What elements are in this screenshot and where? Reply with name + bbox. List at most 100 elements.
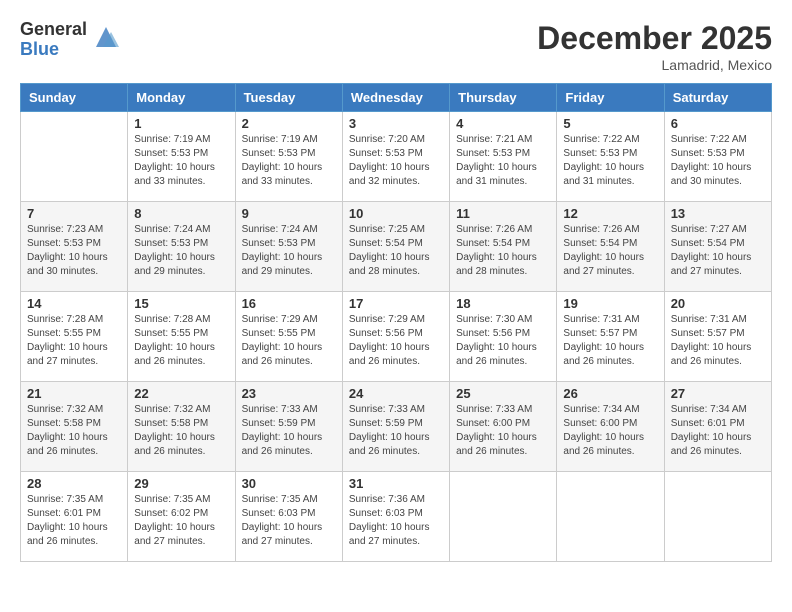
- calendar-cell: 4 Sunrise: 7:21 AM Sunset: 5:53 PM Daylig…: [450, 112, 557, 202]
- day-info: Sunrise: 7:34 AM Sunset: 6:00 PM Dayligh…: [563, 403, 657, 459]
- day-info: Sunrise: 7:23 AM Sunset: 5:53 PM Dayligh…: [27, 223, 121, 279]
- calendar-cell: 11Sunrise: 7:26 AM Sunset: 5:54 PM Dayli…: [450, 202, 557, 292]
- calendar-header-row: SundayMondayTuesdayWednesdayThursdayFrid…: [21, 84, 772, 112]
- calendar-cell: 25Sunrise: 7:33 AM Sunset: 6:00 PM Dayli…: [450, 382, 557, 472]
- day-info: Sunrise: 7:35 AM Sunset: 6:01 PM Dayligh…: [27, 493, 121, 549]
- day-of-week-header: Tuesday: [235, 84, 342, 112]
- day-info: Sunrise: 7:24 AM Sunset: 5:53 PM Dayligh…: [134, 223, 228, 279]
- logo-general-text: General: [20, 20, 87, 40]
- day-info: Sunrise: 7:31 AM Sunset: 5:57 PM Dayligh…: [563, 313, 657, 369]
- location: Lamadrid, Mexico: [537, 57, 772, 73]
- calendar-cell: 29 Sunrise: 7:35 AM Sunset: 6:02 PM Dayli…: [128, 472, 235, 562]
- day-number: 17: [349, 296, 443, 311]
- day-number: 20: [671, 296, 765, 311]
- day-number: 31: [349, 476, 443, 491]
- day-info: Sunrise: 7:19 AM Sunset: 5:53 PM Dayligh…: [134, 133, 228, 189]
- calendar-cell: 31 Sunrise: 7:36 AM Sunset: 6:03 PM Dayli…: [342, 472, 449, 562]
- logo-icon: [91, 22, 121, 57]
- month-title: December 2025: [537, 20, 772, 57]
- calendar-cell: 15 Sunrise: 7:28 AM Sunset: 5:55 PM Dayli…: [128, 292, 235, 382]
- day-number: 6: [671, 116, 765, 131]
- calendar-cell: 30 Sunrise: 7:35 AM Sunset: 6:03 PM Dayli…: [235, 472, 342, 562]
- calendar-cell: 24 Sunrise: 7:33 AM Sunset: 5:59 PM Dayli…: [342, 382, 449, 472]
- calendar-cell: 18Sunrise: 7:30 AM Sunset: 5:56 PM Dayli…: [450, 292, 557, 382]
- day-number: 8: [134, 206, 228, 221]
- title-section: December 2025 Lamadrid, Mexico: [537, 20, 772, 73]
- calendar-cell: [664, 472, 771, 562]
- day-number: 16: [242, 296, 336, 311]
- day-info: Sunrise: 7:27 AM Sunset: 5:54 PM Dayligh…: [671, 223, 765, 279]
- calendar-cell: 28 Sunrise: 7:35 AM Sunset: 6:01 PM Dayli…: [21, 472, 128, 562]
- day-info: Sunrise: 7:33 AM Sunset: 5:59 PM Dayligh…: [242, 403, 336, 459]
- calendar-cell: 6Sunrise: 7:22 AM Sunset: 5:53 PM Daylig…: [664, 112, 771, 202]
- day-info: Sunrise: 7:25 AM Sunset: 5:54 PM Dayligh…: [349, 223, 443, 279]
- calendar-week-row: 21Sunrise: 7:32 AM Sunset: 5:58 PM Dayli…: [21, 382, 772, 472]
- day-number: 9: [242, 206, 336, 221]
- day-number: 15: [134, 296, 228, 311]
- day-info: Sunrise: 7:28 AM Sunset: 5:55 PM Dayligh…: [27, 313, 121, 369]
- calendar-cell: 22 Sunrise: 7:32 AM Sunset: 5:58 PM Dayli…: [128, 382, 235, 472]
- day-number: 25: [456, 386, 550, 401]
- calendar-week-row: 14 Sunrise: 7:28 AM Sunset: 5:55 PM Dayli…: [21, 292, 772, 382]
- day-info: Sunrise: 7:36 AM Sunset: 6:03 PM Dayligh…: [349, 493, 443, 549]
- calendar-cell: 19 Sunrise: 7:31 AM Sunset: 5:57 PM Dayli…: [557, 292, 664, 382]
- day-info: Sunrise: 7:26 AM Sunset: 5:54 PM Dayligh…: [456, 223, 550, 279]
- day-number: 7: [27, 206, 121, 221]
- day-info: Sunrise: 7:35 AM Sunset: 6:02 PM Dayligh…: [134, 493, 228, 549]
- day-of-week-header: Sunday: [21, 84, 128, 112]
- calendar-cell: 9 Sunrise: 7:24 AM Sunset: 5:53 PM Daylig…: [235, 202, 342, 292]
- calendar-cell: 27 Sunrise: 7:34 AM Sunset: 6:01 PM Dayli…: [664, 382, 771, 472]
- calendar-week-row: 28 Sunrise: 7:35 AM Sunset: 6:01 PM Dayli…: [21, 472, 772, 562]
- day-info: Sunrise: 7:32 AM Sunset: 5:58 PM Dayligh…: [27, 403, 121, 459]
- day-info: Sunrise: 7:33 AM Sunset: 5:59 PM Dayligh…: [349, 403, 443, 459]
- day-number: 19: [563, 296, 657, 311]
- calendar-cell: 26 Sunrise: 7:34 AM Sunset: 6:00 PM Dayli…: [557, 382, 664, 472]
- calendar-cell: 10 Sunrise: 7:25 AM Sunset: 5:54 PM Dayli…: [342, 202, 449, 292]
- day-number: 13: [671, 206, 765, 221]
- calendar-cell: 23 Sunrise: 7:33 AM Sunset: 5:59 PM Dayli…: [235, 382, 342, 472]
- day-info: Sunrise: 7:22 AM Sunset: 5:53 PM Dayligh…: [563, 133, 657, 189]
- day-number: 24: [349, 386, 443, 401]
- calendar-week-row: 7 Sunrise: 7:23 AM Sunset: 5:53 PM Daylig…: [21, 202, 772, 292]
- calendar-cell: [450, 472, 557, 562]
- calendar-cell: 16Sunrise: 7:29 AM Sunset: 5:55 PM Dayli…: [235, 292, 342, 382]
- day-of-week-header: Saturday: [664, 84, 771, 112]
- day-number: 12: [563, 206, 657, 221]
- calendar-cell: 17Sunrise: 7:29 AM Sunset: 5:56 PM Dayli…: [342, 292, 449, 382]
- logo-blue-text: Blue: [20, 40, 87, 60]
- day-number: 2: [242, 116, 336, 131]
- calendar-cell: 8 Sunrise: 7:24 AM Sunset: 5:53 PM Daylig…: [128, 202, 235, 292]
- day-number: 29: [134, 476, 228, 491]
- day-number: 30: [242, 476, 336, 491]
- calendar-cell: [557, 472, 664, 562]
- day-info: Sunrise: 7:21 AM Sunset: 5:53 PM Dayligh…: [456, 133, 550, 189]
- day-info: Sunrise: 7:26 AM Sunset: 5:54 PM Dayligh…: [563, 223, 657, 279]
- day-number: 28: [27, 476, 121, 491]
- calendar-cell: 13 Sunrise: 7:27 AM Sunset: 5:54 PM Dayli…: [664, 202, 771, 292]
- day-info: Sunrise: 7:32 AM Sunset: 5:58 PM Dayligh…: [134, 403, 228, 459]
- day-number: 27: [671, 386, 765, 401]
- calendar-cell: 12 Sunrise: 7:26 AM Sunset: 5:54 PM Dayli…: [557, 202, 664, 292]
- day-info: Sunrise: 7:31 AM Sunset: 5:57 PM Dayligh…: [671, 313, 765, 369]
- day-number: 4: [456, 116, 550, 131]
- calendar-table: SundayMondayTuesdayWednesdayThursdayFrid…: [20, 83, 772, 562]
- day-info: Sunrise: 7:24 AM Sunset: 5:53 PM Dayligh…: [242, 223, 336, 279]
- day-info: Sunrise: 7:30 AM Sunset: 5:56 PM Dayligh…: [456, 313, 550, 369]
- day-number: 26: [563, 386, 657, 401]
- day-info: Sunrise: 7:34 AM Sunset: 6:01 PM Dayligh…: [671, 403, 765, 459]
- day-info: Sunrise: 7:35 AM Sunset: 6:03 PM Dayligh…: [242, 493, 336, 549]
- calendar-cell: 7 Sunrise: 7:23 AM Sunset: 5:53 PM Daylig…: [21, 202, 128, 292]
- day-of-week-header: Monday: [128, 84, 235, 112]
- day-info: Sunrise: 7:28 AM Sunset: 5:55 PM Dayligh…: [134, 313, 228, 369]
- calendar-cell: 3Sunrise: 7:20 AM Sunset: 5:53 PM Daylig…: [342, 112, 449, 202]
- calendar-cell: [21, 112, 128, 202]
- day-info: Sunrise: 7:19 AM Sunset: 5:53 PM Dayligh…: [242, 133, 336, 189]
- day-number: 22: [134, 386, 228, 401]
- page-header: General Blue December 2025 Lamadrid, Mex…: [20, 20, 772, 73]
- day-number: 23: [242, 386, 336, 401]
- day-number: 5: [563, 116, 657, 131]
- day-info: Sunrise: 7:20 AM Sunset: 5:53 PM Dayligh…: [349, 133, 443, 189]
- day-number: 14: [27, 296, 121, 311]
- day-number: 10: [349, 206, 443, 221]
- logo: General Blue: [20, 20, 121, 60]
